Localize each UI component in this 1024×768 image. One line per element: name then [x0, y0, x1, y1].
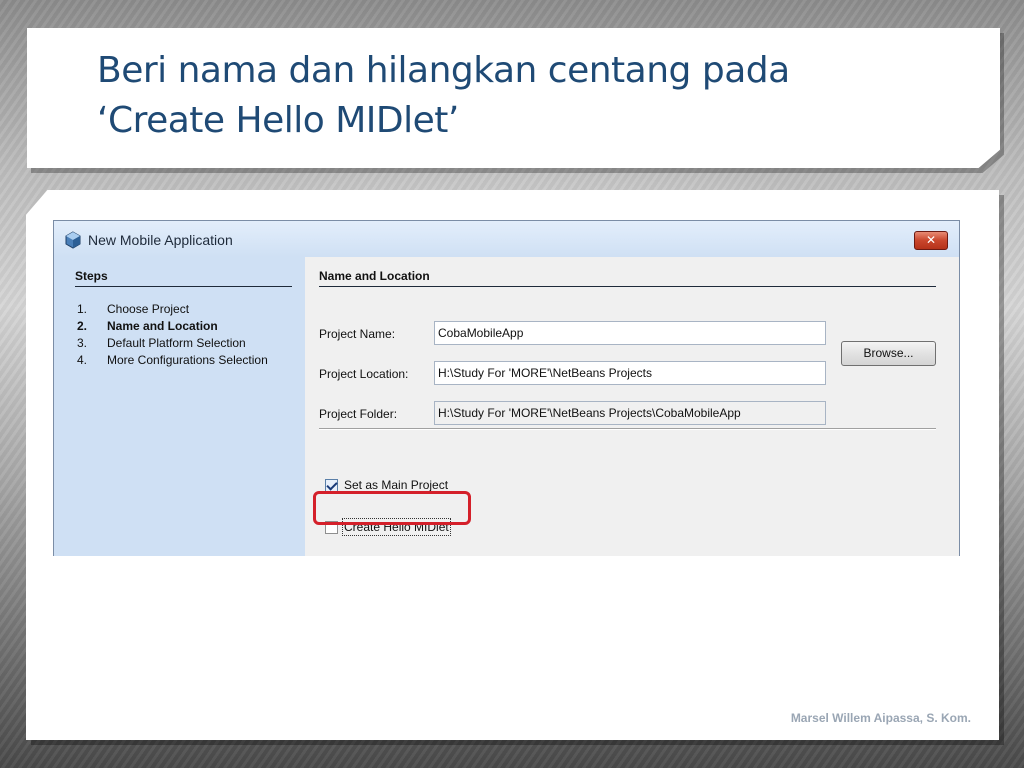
- dialog-body: Steps 1. Choose Project 2. Name and Locati…: [54, 257, 959, 556]
- step-number: 3.: [77, 336, 88, 350]
- project-folder-label: Project Folder:: [319, 407, 398, 421]
- step-item-more-configurations: 4. More Configurations Selection: [77, 352, 268, 369]
- step-label: Name and Location: [107, 319, 218, 333]
- netbeans-cube-icon: [65, 231, 81, 249]
- set-main-project-option[interactable]: Set as Main Project: [325, 478, 448, 492]
- steps-pane: Steps 1. Choose Project 2. Name and Locati…: [54, 257, 305, 556]
- step-number: 4.: [77, 353, 88, 367]
- section-heading: Name and Location: [319, 269, 936, 287]
- close-icon: ✕: [925, 233, 937, 247]
- set-main-project-checkbox[interactable]: [325, 478, 338, 492]
- step-number: 2.: [77, 319, 88, 333]
- step-label: More Configurations Selection: [107, 353, 268, 367]
- browse-button[interactable]: Browse...: [841, 341, 936, 366]
- slide-title-line-2: ‘Create Hello MIDlet’: [97, 100, 459, 141]
- project-location-label: Project Location:: [319, 367, 409, 381]
- step-label: Choose Project: [107, 302, 190, 316]
- separator: [319, 428, 936, 430]
- footer-credit: Marsel Willem Aipassa, S. Kom.: [790, 711, 971, 725]
- close-button[interactable]: ✕: [914, 231, 948, 250]
- step-item-choose-project: 1. Choose Project: [77, 301, 268, 318]
- steps-list: 1. Choose Project 2. Name and Location 3. D…: [77, 301, 268, 369]
- name-and-location-pane: Name and Location Project Name: CobaMobi…: [305, 257, 959, 556]
- slide-title-line-1: Beri nama dan hilangkan centang pada: [97, 50, 790, 91]
- project-location-input[interactable]: H:\Study For 'MORE'\NetBeans Projects: [434, 361, 826, 385]
- dialog-title: New Mobile Application: [88, 232, 233, 248]
- slide-title: Beri nama dan hilangkan centang pada ‘Cr…: [97, 46, 977, 146]
- project-name-label: Project Name:: [319, 327, 396, 341]
- step-number: 1.: [77, 302, 88, 316]
- steps-heading: Steps: [75, 269, 292, 287]
- step-item-name-and-location: 2. Name and Location: [77, 318, 268, 335]
- step-item-default-platform: 3. Default Platform Selection: [77, 335, 268, 352]
- step-label: Default Platform Selection: [107, 336, 246, 350]
- set-main-project-label: Set as Main Project: [344, 478, 449, 492]
- new-mobile-application-dialog: New Mobile Application ✕ Steps 1. Choose …: [53, 220, 960, 556]
- project-folder-input: H:\Study For 'MORE'\NetBeans Projects\Co…: [434, 401, 826, 425]
- dialog-titlebar[interactable]: New Mobile Application ✕: [54, 221, 959, 257]
- project-name-input[interactable]: CobaMobileApp: [434, 321, 826, 345]
- highlight-annotation: [313, 491, 471, 525]
